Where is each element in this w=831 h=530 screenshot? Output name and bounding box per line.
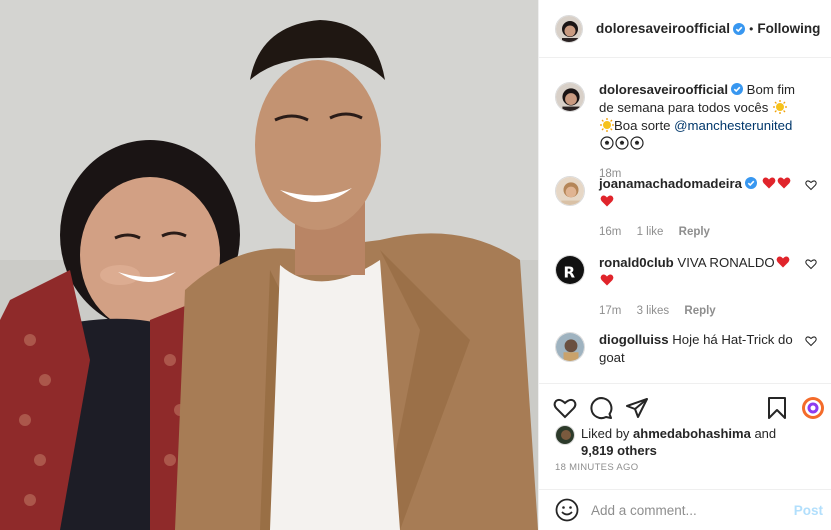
soccer-ball-icon bbox=[600, 136, 614, 150]
likes-others[interactable]: 9,819 others bbox=[581, 443, 657, 458]
caption: doloresaveiroofficial Bom fim de semana … bbox=[555, 81, 823, 183]
caption-text-2: Boa sorte bbox=[614, 118, 671, 133]
red-heart-emoji-icon bbox=[777, 177, 790, 189]
likes-and: and bbox=[754, 426, 777, 441]
photo-illustration bbox=[0, 0, 538, 530]
comment-body: joanamachadomadeira 16m 1 like Reply bbox=[599, 175, 801, 241]
comments-list[interactable]: doloresaveiroofficial Bom fim de semana … bbox=[539, 59, 831, 383]
comment: joanamachadomadeira 16m 1 like Reply bbox=[555, 175, 823, 241]
liker-username[interactable]: ahmedabohashima bbox=[633, 426, 751, 441]
likes-summary: Liked by ahmedabohashima and 9,819 other… bbox=[555, 425, 791, 459]
liker-avatar[interactable] bbox=[555, 425, 575, 445]
red-heart-emoji-icon bbox=[600, 195, 614, 207]
comment-time[interactable]: 16m bbox=[599, 226, 621, 238]
reels-badge-icon[interactable] bbox=[801, 396, 825, 420]
red-heart-emoji-icon bbox=[776, 256, 790, 268]
post-side-panel: doloresaveiroofficial • Following dolore… bbox=[538, 0, 831, 530]
comment-heart-icon[interactable] bbox=[805, 335, 817, 347]
likes-text: Liked by ahmedabohashima and 9,819 other… bbox=[581, 425, 791, 459]
verified-icon bbox=[744, 177, 757, 189]
comment-username[interactable]: joanamachadomadeira bbox=[599, 176, 742, 191]
svg-text:R: R bbox=[564, 263, 576, 281]
comment-meta: 16m 1 like Reply bbox=[599, 223, 801, 241]
verified-icon bbox=[730, 83, 743, 95]
comment-avatar[interactable] bbox=[555, 176, 585, 206]
comment-username[interactable]: diogolluiss bbox=[599, 332, 669, 347]
add-comment-bar: Add a comment... Post bbox=[539, 489, 831, 530]
verified-icon bbox=[733, 22, 746, 35]
comment-like-count[interactable]: 3 likes bbox=[637, 305, 670, 317]
bookmark-icon[interactable] bbox=[765, 396, 789, 420]
following-button[interactable]: Following bbox=[757, 21, 820, 36]
comment-avatar[interactable] bbox=[555, 332, 585, 362]
caption-mention[interactable]: @manchesterunited bbox=[674, 118, 792, 133]
sun-emoji-icon bbox=[773, 100, 788, 114]
comment: R ronald0club VIVA RONALDO 17m 3 likes R… bbox=[555, 254, 823, 320]
emoji-icon[interactable] bbox=[555, 498, 579, 522]
comment-heart-icon[interactable] bbox=[805, 258, 817, 270]
likes-prefix: Liked by bbox=[581, 426, 630, 441]
soccer-ball-icon bbox=[630, 136, 644, 150]
post-container: doloresaveiroofficial • Following dolore… bbox=[0, 0, 831, 530]
red-heart-emoji-icon bbox=[600, 274, 614, 286]
red-heart-emoji-icon bbox=[762, 177, 775, 189]
author-username[interactable]: doloresaveiroofficial bbox=[596, 21, 730, 36]
post-timestamp[interactable]: 18 MINUTES AGO bbox=[555, 462, 638, 473]
comment-avatar[interactable]: R bbox=[555, 255, 585, 285]
comment-icon[interactable] bbox=[589, 396, 613, 420]
heart-icon[interactable] bbox=[553, 396, 577, 420]
comment-username[interactable]: ronald0club bbox=[599, 255, 674, 270]
comment-time[interactable]: 17m bbox=[599, 305, 621, 317]
caption-avatar[interactable] bbox=[555, 82, 585, 112]
author-avatar[interactable] bbox=[555, 14, 583, 43]
post-photo[interactable] bbox=[0, 0, 538, 530]
post-header: doloresaveiroofficial • Following bbox=[539, 0, 831, 58]
sun-emoji-icon bbox=[600, 118, 614, 132]
caption-body: doloresaveiroofficial Bom fim de semana … bbox=[599, 81, 801, 183]
comment-text: VIVA RONALDO bbox=[677, 255, 775, 270]
caption-username[interactable]: doloresaveiroofficial bbox=[599, 82, 728, 97]
comment: diogolluiss Hoje há Hat-Trick do goat bbox=[555, 331, 823, 367]
separator-dot: • bbox=[749, 21, 754, 36]
comment-body: diogolluiss Hoje há Hat-Trick do goat bbox=[599, 331, 801, 367]
post-button[interactable]: Post bbox=[794, 503, 823, 518]
reply-button[interactable]: Reply bbox=[684, 305, 715, 317]
reply-button[interactable]: Reply bbox=[679, 226, 710, 238]
comment-like-count[interactable]: 1 like bbox=[637, 226, 664, 238]
comment-body: ronald0club VIVA RONALDO 17m 3 likes Rep… bbox=[599, 254, 801, 320]
share-icon[interactable] bbox=[625, 396, 649, 420]
post-actions bbox=[539, 383, 831, 425]
comment-meta: 17m 3 likes Reply bbox=[599, 302, 801, 320]
comment-heart-icon[interactable] bbox=[805, 179, 817, 191]
soccer-ball-icon bbox=[615, 136, 629, 150]
comment-input[interactable]: Add a comment... bbox=[591, 503, 794, 518]
